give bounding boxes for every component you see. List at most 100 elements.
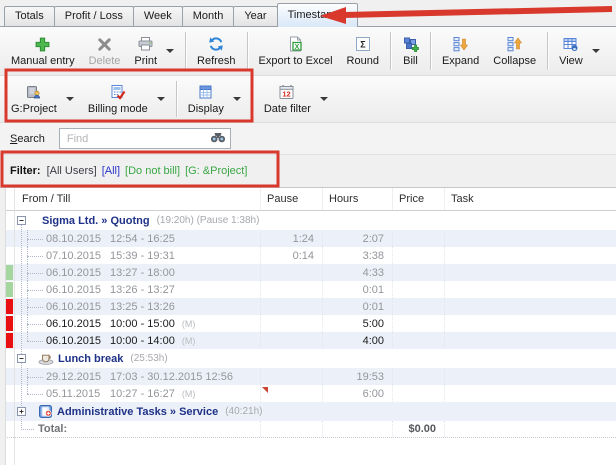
button-label: Expand [442, 55, 479, 67]
dropdown-caret-icon[interactable] [592, 49, 600, 53]
toolbar-separator [390, 32, 391, 70]
billing-mode-icon [109, 84, 126, 101]
group-meta: (19:20h) (Pause 1:38h) [157, 215, 260, 226]
group-row[interactable]: Lunch break(25:53h) [0, 349, 616, 368]
tab-totals[interactable]: Totals [4, 6, 55, 26]
expand-box-icon[interactable] [17, 407, 26, 416]
table-header: From / TillPauseHoursPriceTask [0, 188, 616, 211]
filter-item-all-users[interactable]: [All Users] [47, 165, 97, 177]
from-till-cell: Total: [16, 421, 260, 437]
entry-time-range: 13:25 - 13:26 [110, 301, 175, 313]
column-header-task[interactable]: Task [444, 188, 616, 210]
entry-row[interactable]: 08.10.201512:54 - 16:251:242:07 [0, 230, 616, 247]
from-till-cell: 06.10.201513:26 - 13:27 [16, 281, 260, 298]
entry-time-range: 17:03 - 30.12.2015 12:56 [110, 371, 233, 383]
total-row[interactable]: Total: $0.00 [0, 421, 616, 438]
tab-week[interactable]: Week [133, 6, 183, 26]
group-row[interactable]: Sigma Ltd. » Quotng (19:20h) (Pause 1:38h… [0, 211, 616, 230]
toolbar-collapse-button[interactable]: Collapse [486, 29, 543, 73]
tab-year[interactable]: Year [233, 6, 277, 26]
collapse-box-icon[interactable] [17, 354, 26, 363]
search-label: Search [10, 133, 45, 145]
entry-time-range: 13:27 - 18:00 [110, 267, 175, 279]
toolbar-separator [247, 32, 248, 70]
from-till-cell: 06.10.201513:25 - 13:26 [16, 298, 260, 315]
total-price-cell: $0.00 [392, 421, 444, 437]
entry-row[interactable]: 07.10.201515:39 - 19:310:143:38 [0, 247, 616, 264]
entry-time-range: 10:00 - 14:00 [110, 335, 175, 347]
dropdown-caret-icon[interactable] [233, 97, 241, 101]
from-till-cell: Administrative Tasks » Service(40:21h) [16, 402, 616, 421]
task-cell [444, 281, 616, 298]
entry-date: 06.10.2015 [46, 301, 110, 313]
collapse-tree-icon [506, 36, 523, 53]
hours-cell: 4:00 [322, 332, 392, 349]
column-header-hours[interactable]: Hours [322, 188, 392, 210]
task-cell [444, 421, 616, 437]
status-marker-red [6, 333, 13, 348]
filter-toolbar-date-filter-button[interactable]: 12Date filter [257, 78, 318, 120]
entry-row[interactable]: 06.10.201510:00 - 15:00(M)5:00 [0, 315, 616, 332]
toolbar-bill-button[interactable]: Bill [395, 29, 426, 73]
entry-row[interactable]: 05.11.201510:27 - 16:27(M)6:00 [0, 385, 616, 402]
filter-item-all[interactable]: [All] [102, 165, 120, 177]
tab-bar: TotalsProfit / LossWeekMonthYearTimestam… [0, 0, 616, 27]
dropdown-caret-icon[interactable] [166, 49, 174, 53]
toolbar-delete-button[interactable]: Delete [82, 29, 128, 73]
button-label: Export to Excel [259, 55, 333, 67]
tab-month[interactable]: Month [182, 6, 235, 26]
column-header-from-till[interactable]: From / Till [16, 188, 260, 210]
toolbar-main: Manual entry DeletePrint Refresh XExport to… [0, 27, 616, 76]
toolbar-filters: G:Project Billing mode Display 12Date filte… [0, 76, 616, 123]
filter-toolbar-billing-mode-button[interactable]: Billing mode [81, 78, 155, 120]
toolbar-view-button[interactable]: View [552, 29, 590, 73]
pause-cell [260, 421, 322, 437]
collapse-box-icon[interactable] [17, 216, 26, 225]
entry-row[interactable]: 06.10.201510:00 - 14:00(M)4:00 [0, 332, 616, 349]
timestamps-table: From / TillPauseHoursPriceTask Sigma Ltd… [0, 188, 616, 465]
dropdown-caret-icon[interactable] [320, 97, 328, 101]
button-label: Billing mode [88, 103, 148, 115]
button-label: Collapse [493, 55, 536, 67]
binoculars-icon[interactable] [210, 131, 226, 146]
from-till-cell: 06.10.201510:00 - 15:00(M) [16, 315, 260, 332]
column-header-price[interactable]: Price [392, 188, 444, 210]
entry-row[interactable]: 29.12.201517:03 - 30.12.2015 12:5619:53 [0, 368, 616, 385]
tab-timestamps[interactable]: Timestamps [277, 3, 359, 27]
tab-profit-loss[interactable]: Profit / Loss [54, 6, 134, 26]
entry-row[interactable]: 06.10.201513:26 - 13:270:01 [0, 281, 616, 298]
button-label: Manual entry [11, 55, 75, 67]
toolbar-export-to-excel-button[interactable]: XExport to Excel [252, 29, 340, 73]
price-cell [392, 230, 444, 247]
entry-row[interactable]: 06.10.201513:25 - 13:260:01 [0, 298, 616, 315]
entry-time-range: 15:39 - 19:31 [110, 250, 175, 262]
round-sigma-icon: Σ [355, 36, 371, 53]
column-header-pause[interactable]: Pause [260, 188, 322, 210]
button-label: Refresh [197, 55, 236, 67]
toolbar-expand-button[interactable]: Expand [435, 29, 486, 73]
filter-item-do-not-bill[interactable]: [Do not bill] [125, 165, 180, 177]
toolbar-print-button[interactable]: Print [127, 29, 164, 73]
hours-cell: 3:38 [322, 247, 392, 264]
filter-toolbar-g-project-button[interactable]: G:Project [4, 78, 64, 120]
toolbar-manual-entry-button[interactable]: Manual entry [4, 29, 82, 73]
group-row[interactable]: Administrative Tasks » Service(40:21h) [0, 402, 616, 421]
app-window: TotalsProfit / LossWeekMonthYearTimestam… [0, 0, 616, 465]
filter-toolbar-display-button[interactable]: Display [181, 78, 231, 120]
dropdown-caret-icon[interactable] [66, 97, 74, 101]
toolbar-refresh-button[interactable]: Refresh [190, 29, 243, 73]
hours-cell: 19:53 [322, 368, 392, 385]
pause-cell [260, 385, 322, 402]
entry-row[interactable]: 06.10.201513:27 - 18:004:33 [0, 264, 616, 281]
price-cell [392, 332, 444, 349]
group-title: Sigma Ltd. » Quotng [42, 215, 150, 227]
dropdown-caret-icon[interactable] [157, 97, 165, 101]
total-label: Total: [38, 423, 67, 435]
search-input[interactable] [65, 132, 210, 146]
filter-item-g-project[interactable]: [G: &Project] [185, 165, 247, 177]
search-box[interactable] [59, 128, 231, 149]
svg-text:Σ: Σ [360, 40, 366, 50]
toolbar-round-button[interactable]: ΣRound [340, 29, 386, 73]
button-label: Bill [403, 55, 418, 67]
entry-date: 06.10.2015 [46, 284, 110, 296]
